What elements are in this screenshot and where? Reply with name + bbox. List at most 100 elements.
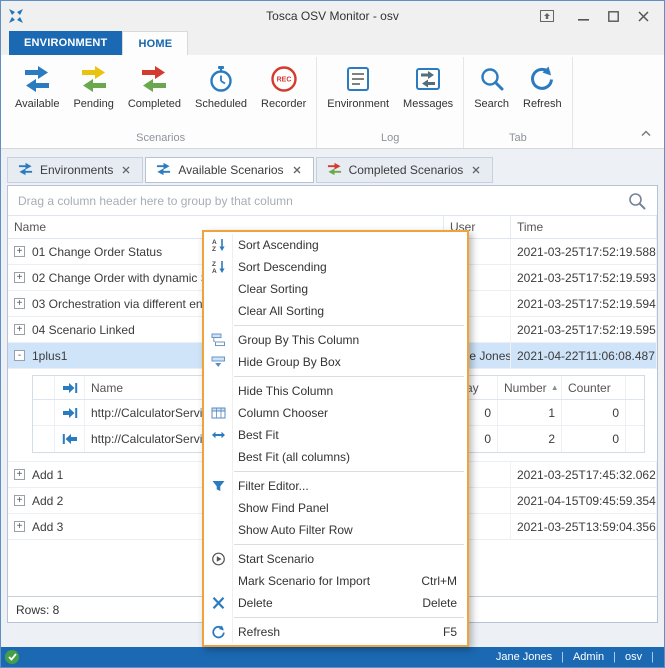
scheduled-button[interactable]: Scheduled [188,57,254,131]
recorder-button[interactable]: REC Recorder [254,57,313,131]
menu-item-column-chooser[interactable]: Column Chooser [204,402,467,424]
menu-item-best-fit-all-columns[interactable]: Best Fit (all columns) [204,446,467,468]
column-context-menu: A Z Sort Ascending Z A [202,230,469,647]
menu-separator [234,376,464,377]
subgrid-column-counter[interactable]: Counter [562,376,626,399]
menu-item-label: Clear Sorting [229,282,457,296]
close-button[interactable] [628,5,658,27]
status-separator: | [651,651,654,663]
document-tab-bar: Environments Available Scenarios [7,157,658,183]
expand-button[interactable]: + [14,495,25,506]
subgrid-number-cell: 2 [498,426,562,452]
menu-item-show-auto-filter-row[interactable]: Show Auto Filter Row [204,519,467,541]
button-label: Available [15,98,59,110]
menu-item-label: Filter Editor... [229,479,457,493]
search-button[interactable]: Search [467,57,516,131]
time-cell: 2021-03-25T17:52:19.595 [511,317,657,342]
close-tab-icon[interactable] [120,164,132,176]
column-header-time[interactable]: Time [511,216,657,238]
menu-item-label: Clear All Sorting [229,304,457,318]
collapse-ribbon-button[interactable] [638,126,654,140]
status-separator: | [561,651,564,663]
menu-item-clear-sorting[interactable]: Clear Sorting [204,278,467,300]
menu-item-sort-ascending[interactable]: A Z Sort Ascending [204,234,467,256]
doc-tab-label: Completed Scenarios [349,163,464,177]
menu-item-label: Refresh [229,625,431,639]
menu-item-delete[interactable]: Delete Delete [204,592,467,614]
menu-item-group-by-this-column[interactable]: Group By This Column [204,329,467,351]
completed-button[interactable]: Completed [121,57,188,131]
doc-tab-environments[interactable]: Environments [7,157,143,183]
menu-item-hide-group-by-box[interactable]: Hide Group By Box [204,351,467,373]
ribbon-display-options-button[interactable] [532,5,562,27]
menu-item-clear-all-sorting[interactable]: Clear All Sorting [204,300,467,322]
best-fit-icon [207,428,229,442]
subgrid-counter-cell: 0 [562,400,626,425]
minimize-button[interactable] [568,5,598,27]
menu-item-label: Column Chooser [229,406,457,420]
tab-home[interactable]: HOME [122,31,188,55]
grid-search-icon[interactable] [627,191,647,214]
environment-log-icon [344,64,372,94]
group-by-hint: Drag a column header here to group by th… [18,194,293,208]
collapse-button[interactable]: - [14,350,25,361]
row-name: 03 Orchestration via different end [32,297,209,311]
messages-button[interactable]: Messages [396,57,460,131]
expand-button[interactable]: + [14,246,25,257]
menu-item-label: Start Scenario [229,552,457,566]
menu-item-label: Delete [229,596,410,610]
doc-tab-label: Environments [40,163,113,177]
doc-tab-available-scenarios[interactable]: Available Scenarios [145,157,313,183]
close-tab-icon[interactable] [291,164,303,176]
menu-item-filter-editor[interactable]: Filter Editor... [204,475,467,497]
group-by-panel[interactable]: Drag a column header here to group by th… [8,186,657,216]
connection-status-check-icon [5,650,19,664]
menu-item-label: Show Find Panel [229,501,457,515]
menu-item-start-scenario[interactable]: Start Scenario [204,548,467,570]
menu-item-label: Sort Ascending [229,238,457,252]
app-window: Tosca OSV Monitor - osv ENVIRONMENT HOME [0,0,665,668]
close-tab-icon[interactable] [470,164,482,176]
menu-separator [234,471,464,472]
svg-text:A: A [212,239,217,246]
refresh-icon [207,625,229,639]
menu-item-hide-this-column[interactable]: Hide This Column [204,380,467,402]
subgrid-column-number[interactable]: Number ▲ [498,376,562,399]
time-cell: 2021-03-25T17:45:32.062 [511,462,657,487]
ribbon: Available Pending [1,55,664,149]
svg-text:Z: Z [212,261,216,268]
expand-button[interactable]: + [14,521,25,532]
maximize-button[interactable] [598,5,628,27]
menu-item-sort-descending[interactable]: Z A Sort Descending [204,256,467,278]
row-count: Rows: 8 [16,603,59,617]
menu-item-show-find-panel[interactable]: Show Find Panel [204,497,467,519]
button-label: Search [474,98,509,110]
arrow-to-bar-icon[interactable] [55,376,85,399]
expand-button[interactable]: + [14,324,25,335]
tab-environment[interactable]: ENVIRONMENT [9,31,122,55]
time-cell: 2021-04-22T11:06:08.487 [511,343,657,368]
subgrid-header-blank [33,376,55,399]
group-by-column-icon [207,333,229,347]
subgrid-blank-cell [33,426,55,452]
refresh-button[interactable]: Refresh [516,57,569,131]
sort-descending-icon: Z A [207,260,229,274]
button-label: Pending [73,98,113,110]
available-button[interactable]: Available [8,57,66,131]
doc-tab-completed-scenarios[interactable]: Completed Scenarios [316,157,494,183]
environment-log-button[interactable]: Environment [320,57,396,131]
sort-ascending-icon: A Z [207,238,229,252]
menu-item-refresh[interactable]: Refresh F5 [204,621,467,643]
filter-icon [207,479,229,493]
time-cell: 2021-04-15T09:45:59.354 [511,488,657,513]
expand-button[interactable]: + [14,469,25,480]
subgrid-number-cell: 1 [498,400,562,425]
pending-button[interactable]: Pending [66,57,120,131]
menu-item-mark-scenario-for-import[interactable]: Mark Scenario for Import Ctrl+M [204,570,467,592]
menu-item-label: Best Fit (all columns) [229,450,457,464]
menu-item-best-fit[interactable]: Best Fit [204,424,467,446]
expand-button[interactable]: + [14,272,25,283]
expand-button[interactable]: + [14,298,25,309]
status-bar: Jane Jones | Admin | osv | [1,647,664,667]
ribbon-group-log: Environment Messages Log [317,57,464,148]
